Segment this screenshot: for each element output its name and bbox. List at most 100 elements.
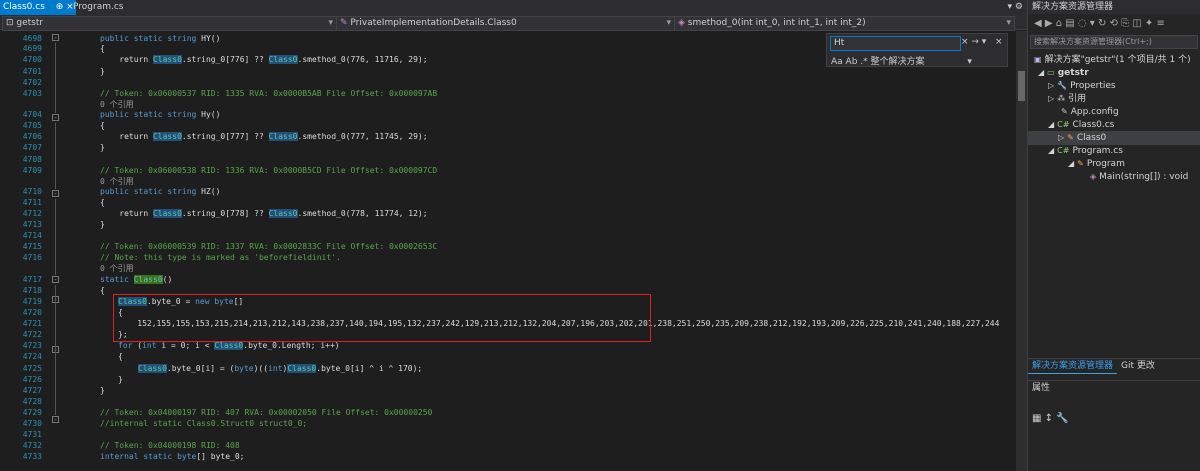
line-number: 4715: [22, 242, 42, 251]
tree-node-program[interactable]: ◢ ✎ Program: [1068, 157, 1125, 171]
code-line: }: [100, 220, 105, 229]
expand-arrow-icon: ▷: [1048, 81, 1055, 90]
comment-line: // Token: 0x06000538 RID: 1336 RVA: 0x00…: [100, 166, 438, 175]
tree-node-class0-cs[interactable]: ◢ C# Class0.cs: [1048, 118, 1114, 132]
tree-node-class0[interactable]: ▷ ✎ Class0: [1028, 131, 1200, 145]
line-number: 4698: [22, 34, 42, 43]
tree-node-program-cs[interactable]: ◢ C# Program.cs: [1048, 144, 1123, 158]
code-line: return Class0.string_0[778] ?? Class0.sm…: [100, 209, 428, 219]
class-combo-value: PrivateImplementationDetails.Class0: [350, 18, 517, 28]
code-token: int: [268, 364, 283, 373]
line-number: 4703: [22, 89, 42, 98]
expand-arrow-icon: ◢: [1038, 68, 1045, 77]
panel-title: 解决方案资源管理器: [1028, 0, 1200, 14]
fold-toggle-icon[interactable]: -: [52, 34, 59, 42]
csharp-file-icon: C#: [1057, 146, 1070, 155]
line-number: 4707: [22, 143, 42, 152]
fold-toggle-icon[interactable]: -: [52, 114, 59, 122]
class-reference: Class0: [138, 364, 167, 373]
find-input[interactable]: Ht: [830, 36, 961, 51]
code-token: int: [142, 341, 157, 350]
config-file-icon: ✎: [1061, 107, 1068, 116]
comment-line: // Token: 0x06000537 RID: 1335 RVA: 0x00…: [100, 89, 438, 98]
line-number: 4705: [22, 121, 42, 130]
chevron-down-icon: ▾: [666, 18, 671, 28]
reference-count-codelens[interactable]: 0 个引用: [100, 264, 134, 274]
tree-node-label: Program: [1086, 159, 1125, 169]
class-reference: Class0: [152, 209, 182, 218]
code-line: }: [100, 386, 105, 395]
tab-overflow-and-settings-icons[interactable]: ▾ ⚙: [1008, 0, 1023, 15]
line-number: 4700: [22, 55, 42, 64]
solution-search-input[interactable]: 搜索解决方案资源管理器(Ctrl+;): [1030, 35, 1198, 49]
tree-node-solution[interactable]: ▣ 解决方案"getstr"(1 个项目/共 1 个): [1034, 53, 1191, 67]
class-icon: ✎: [1067, 133, 1074, 142]
tab-program-cs[interactable]: Program.cs: [70, 0, 144, 15]
code-line: public static string Hy(): [100, 110, 220, 120]
code-token: (: [132, 341, 143, 350]
tab-solution-explorer[interactable]: 解决方案资源管理器: [1028, 359, 1118, 374]
csharp-file-icon: C#: [1057, 120, 1070, 129]
class-combo[interactable]: ✎ PrivateImplementationDetails.Class0 ▾: [336, 16, 675, 31]
tree-node-label: Program.cs: [1072, 146, 1123, 156]
line-number: 4726: [22, 375, 42, 384]
tree-node-label: App.config: [1070, 107, 1119, 117]
code-token: [] byte_0;: [196, 452, 245, 461]
code-token: static: [100, 275, 129, 284]
code-token: .string_0[777] ??: [181, 132, 269, 141]
tree-node-appconfig[interactable]: ✎ App.config: [1061, 105, 1119, 119]
expand-arrow-icon: ▷: [1048, 94, 1055, 103]
code-line: return Class0.string_0[776] ?? Class0.sm…: [100, 55, 428, 65]
tree-node-properties[interactable]: ▷ 🔧 Properties: [1048, 79, 1116, 93]
tab-class0-cs[interactable]: Class0.cs ⊕ ×: [0, 0, 76, 15]
properties-title: 属性: [1028, 380, 1200, 394]
line-number: 4722: [22, 330, 42, 339]
project-combo[interactable]: ⊡ getstr ▾: [2, 16, 337, 31]
find-widget: Ht × → ▾ × Aa Ab .* 整个解决方案 ▾: [826, 33, 1008, 67]
panel-tab-strip: 解决方案资源管理器 Git 更改: [1028, 358, 1200, 374]
tree-node-project[interactable]: ◢ ▭ getstr: [1038, 66, 1089, 80]
line-number: 4710: [22, 187, 42, 196]
chevron-down-icon[interactable]: ▾: [967, 57, 972, 67]
highlight-annotation-box: [113, 294, 651, 342]
comment-line: // Note: this type is marked as 'beforef…: [100, 253, 341, 262]
code-token: byte: [234, 364, 254, 373]
fold-guide: [55, 285, 56, 415]
references-icon: ⁂: [1057, 94, 1066, 103]
chevron-down-icon: ▾: [1006, 18, 1011, 28]
properties-toolbar[interactable]: ▦ ↕ 🔧: [1032, 413, 1069, 427]
code-token: .smethod_0(778, 11774, 12);: [297, 209, 428, 218]
tree-node-main[interactable]: ◈ Main(string[]) : void: [1090, 170, 1188, 184]
tab-git-changes[interactable]: Git 更改: [1117, 359, 1159, 373]
class-reference: Class0: [268, 132, 298, 141]
editor-vertical-scrollbar[interactable]: [1016, 31, 1027, 471]
fold-toggle-icon[interactable]: -: [52, 276, 59, 284]
expand-arrow-icon: ◢: [1048, 146, 1055, 155]
code-token: i = 0; i <: [156, 341, 215, 350]
line-number: 4702: [22, 78, 42, 87]
code-token: .byte_0[i] ^ i ^ 170);: [316, 364, 423, 373]
code-line: {: [100, 44, 105, 53]
reference-count-codelens[interactable]: 0 个引用: [100, 177, 134, 187]
solution-explorer-panel: 解决方案资源管理器 ◀ ▶ ⌂ ▤ ◌ ▾ ↻ ⟲ ⎘ ◫ ✦ ≡ 搜索解决方案…: [1027, 0, 1200, 471]
code-line: internal static byte[] byte_0;: [100, 452, 245, 462]
find-options-label[interactable]: Aa Ab .* 整个解决方案: [831, 57, 925, 67]
project-combo-icon: ⊡: [6, 18, 17, 28]
reference-count-codelens[interactable]: 0 个引用: [100, 100, 134, 110]
code-token: .smethod_0(776, 11716, 29);: [297, 55, 428, 64]
tree-node-references[interactable]: ▷ ⁂ 引用: [1048, 92, 1086, 106]
scrollbar-thumb[interactable]: [1018, 71, 1025, 101]
find-nav-buttons[interactable]: × → ▾: [961, 37, 986, 47]
method-icon: ◈: [678, 18, 688, 28]
code-editor[interactable]: 4698 4699 4700 4701 4702 4703 4704 4705 4706 4707…: [0, 31, 1016, 471]
tree-node-label: 引用: [1068, 94, 1087, 104]
fold-toggle-icon[interactable]: -: [52, 190, 59, 198]
solution-explorer-toolbar[interactable]: ◀ ▶ ⌂ ▤ ◌ ▾ ↻ ⟲ ⎘ ◫ ✦ ≡: [1028, 16, 1200, 32]
code-token: .string_0[778] ??: [181, 209, 269, 218]
close-icon[interactable]: ×: [995, 37, 1003, 47]
line-number: 4730: [22, 419, 42, 428]
member-combo[interactable]: ◈ smethod_0(int int_0, int int_1, int in…: [674, 16, 1015, 31]
fold-guide: [55, 43, 56, 113]
find-options[interactable]: Aa Ab .* 整个解决方案 ▾: [831, 54, 972, 67]
fold-toggle-icon[interactable]: -: [52, 416, 59, 424]
